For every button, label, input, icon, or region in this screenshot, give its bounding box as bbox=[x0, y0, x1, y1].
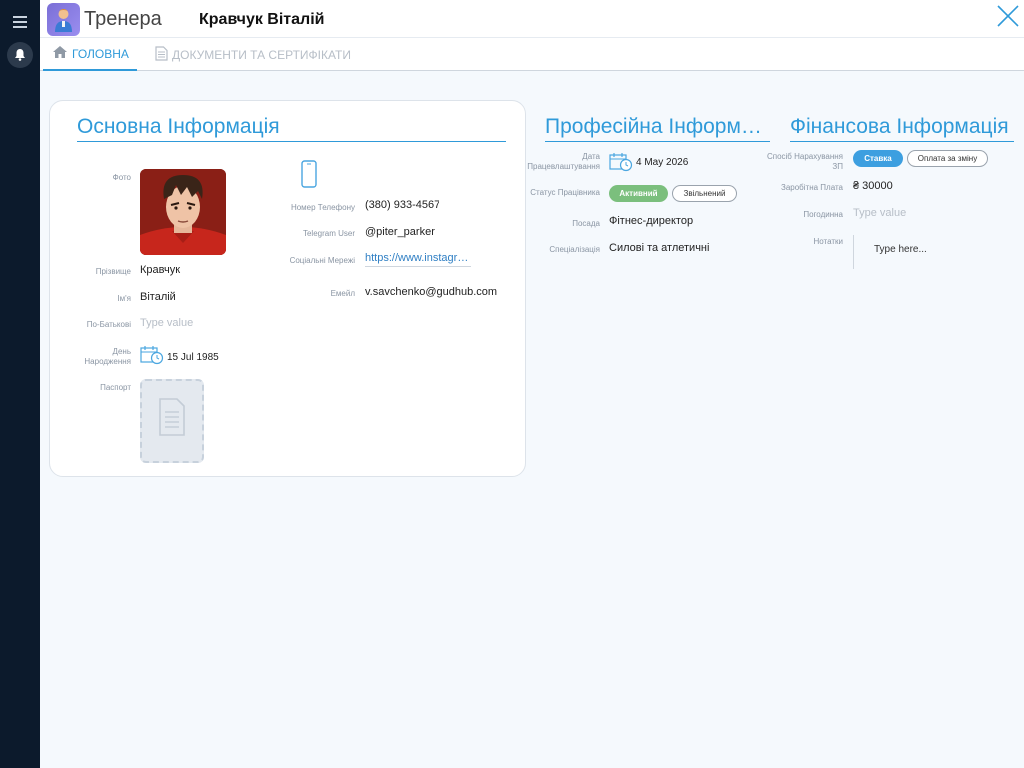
social-link[interactable]: https://www.instagram.com bbox=[365, 252, 471, 267]
calendar-icon[interactable] bbox=[140, 345, 164, 365]
position-value[interactable]: Фітнес-директор bbox=[609, 215, 693, 227]
phone-label: Номер Телефону bbox=[290, 203, 355, 212]
telegram-value[interactable]: @piter_parker bbox=[365, 226, 435, 238]
specialization-value[interactable]: Силові та атлетичні bbox=[609, 242, 709, 254]
birthday-label: День Народження bbox=[84, 347, 131, 366]
left-rail bbox=[0, 0, 40, 768]
salary-value[interactable]: ₴ 30000 bbox=[853, 180, 893, 192]
last-name-value[interactable]: Кравчук bbox=[140, 264, 180, 276]
patronymic-label: По-Батькові bbox=[86, 320, 131, 329]
hourly-input[interactable]: Type value bbox=[853, 207, 906, 219]
hourly-label: Погодинна bbox=[803, 210, 843, 219]
photo-label: Фото bbox=[112, 173, 131, 182]
specialization-label: Спеціалізація bbox=[549, 245, 600, 254]
notes-textarea[interactable]: Type here... bbox=[853, 235, 1013, 269]
status-active-option[interactable]: Активний bbox=[609, 185, 668, 202]
calendar-icon[interactable] bbox=[609, 152, 633, 172]
tab-bar: ГОЛОВНА ДОКУМЕНТИ ТА СЕРТИФІКАТИ bbox=[40, 38, 1024, 71]
passport-label: Паспорт bbox=[100, 383, 131, 392]
pay-method-label: Спосіб Нарахування ЗП bbox=[766, 152, 843, 171]
phone-icon bbox=[301, 160, 317, 188]
close-icon bbox=[997, 5, 1019, 27]
avatar-portrait-icon bbox=[140, 169, 226, 255]
position-label: Посада bbox=[572, 219, 600, 228]
notifications-button[interactable] bbox=[7, 42, 33, 68]
tab-home-label: ГОЛОВНА bbox=[72, 46, 129, 61]
hire-date-label: Дата Працевлаштування bbox=[527, 152, 600, 171]
document-icon bbox=[155, 45, 168, 64]
close-button[interactable] bbox=[995, 3, 1021, 29]
patronymic-input[interactable]: Type value bbox=[140, 317, 193, 329]
salary-label: Заробітна Плата bbox=[780, 183, 843, 192]
status-label: Статус Працівника bbox=[530, 188, 600, 197]
section-title-basic: Основна Інформація bbox=[77, 115, 506, 142]
home-icon bbox=[52, 45, 68, 62]
birthday-value[interactable]: 15 Jul 1985 bbox=[167, 352, 219, 363]
pay-method-shift-option[interactable]: Оплата за зміну bbox=[907, 150, 988, 167]
avatar[interactable] bbox=[140, 169, 226, 255]
notes-label: Нотатки bbox=[813, 237, 843, 246]
hire-date-value[interactable]: 4 May 2026 bbox=[636, 157, 688, 168]
tab-documents-label: ДОКУМЕНТИ ТА СЕРТИФІКАТИ bbox=[172, 47, 351, 62]
app-title: Тренера bbox=[84, 8, 162, 30]
phone-value[interactable]: (380) 933-4567 bbox=[365, 199, 439, 211]
basic-info-card: Основна Інформація Фото Прізвище Кравчук… bbox=[49, 100, 526, 477]
app-trainer-icon bbox=[47, 3, 80, 36]
email-value[interactable]: v.savchenko@gudhub.com bbox=[365, 286, 497, 298]
status-dismissed-option[interactable]: Звільнений bbox=[672, 185, 737, 202]
first-name-label: Ім'я bbox=[117, 294, 131, 303]
passport-document-icon bbox=[159, 398, 185, 436]
bell-icon bbox=[15, 49, 25, 61]
email-label: Емейл bbox=[330, 289, 355, 298]
passport-upload[interactable] bbox=[140, 379, 204, 463]
social-label: Соціальні Мережі bbox=[289, 256, 355, 265]
tab-documents[interactable]: ДОКУМЕНТИ ТА СЕРТИФІКАТИ bbox=[149, 38, 357, 71]
section-title-financial: Фінансова Інформація bbox=[790, 115, 1014, 142]
menu-icon[interactable] bbox=[13, 16, 27, 28]
section-title-professional: Професійна Інформація bbox=[545, 115, 770, 142]
last-name-label: Прізвище bbox=[95, 267, 131, 276]
pay-method-rate-option[interactable]: Ставка bbox=[853, 150, 903, 167]
record-name: Кравчук Віталій bbox=[199, 11, 325, 28]
first-name-value[interactable]: Віталій bbox=[140, 291, 176, 303]
telegram-label: Telegram User bbox=[302, 229, 355, 238]
tab-home[interactable]: ГОЛОВНА bbox=[43, 38, 137, 71]
app-header: Тренера Кравчук Віталій bbox=[40, 0, 1024, 38]
